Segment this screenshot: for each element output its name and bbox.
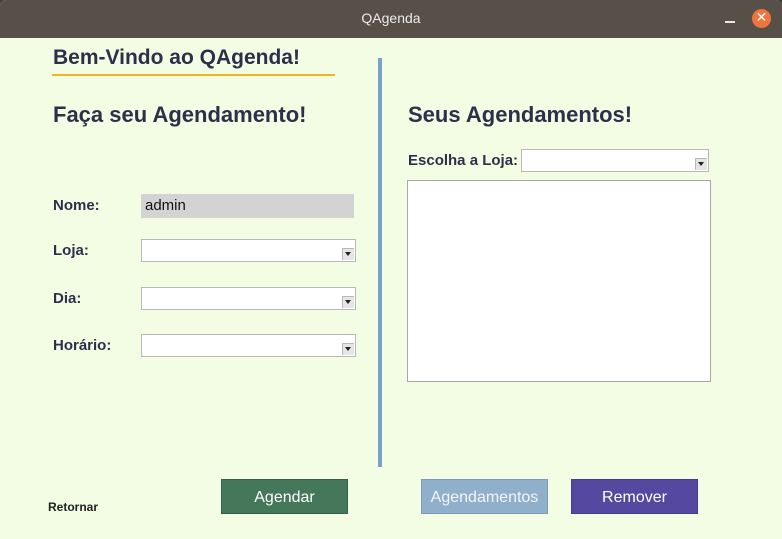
- appointments-list[interactable]: [407, 180, 711, 382]
- chevron-down-icon[interactable]: [342, 248, 354, 260]
- title-bar[interactable]: QAgenda ✕: [0, 0, 782, 38]
- day-select[interactable]: [141, 287, 356, 310]
- schedule-heading: Faça seu Agendamento!: [53, 102, 307, 127]
- minimize-icon[interactable]: [722, 10, 738, 26]
- store-select[interactable]: [141, 239, 356, 262]
- panel-divider: [378, 58, 382, 467]
- welcome-underline: [52, 74, 335, 76]
- chevron-down-icon[interactable]: [342, 343, 354, 355]
- app-window: QAgenda ✕ Bem-Vindo ao QAgenda! Faça seu…: [0, 0, 782, 539]
- store-label: Loja:: [53, 242, 89, 259]
- welcome-heading: Bem-Vindo ao QAgenda!: [53, 46, 300, 69]
- name-field[interactable]: admin: [141, 194, 354, 218]
- back-button[interactable]: Retornar: [48, 500, 98, 514]
- schedule-button[interactable]: Agendar: [221, 479, 348, 514]
- appointments-heading: Seus Agendamentos!: [408, 102, 633, 127]
- time-label: Horário:: [53, 337, 112, 354]
- remove-button[interactable]: Remover: [571, 479, 698, 514]
- day-label: Dia:: [53, 290, 82, 307]
- appointments-button[interactable]: Agendamentos: [421, 479, 548, 514]
- close-icon[interactable]: ✕: [752, 9, 771, 28]
- chevron-down-icon[interactable]: [695, 158, 707, 170]
- name-label: Nome:: [53, 197, 100, 214]
- choose-store-select[interactable]: [521, 149, 709, 172]
- window-title: QAgenda: [361, 10, 421, 26]
- time-select[interactable]: [141, 334, 356, 357]
- chevron-down-icon[interactable]: [342, 296, 354, 308]
- choose-store-label: Escolha a Loja:: [408, 152, 519, 169]
